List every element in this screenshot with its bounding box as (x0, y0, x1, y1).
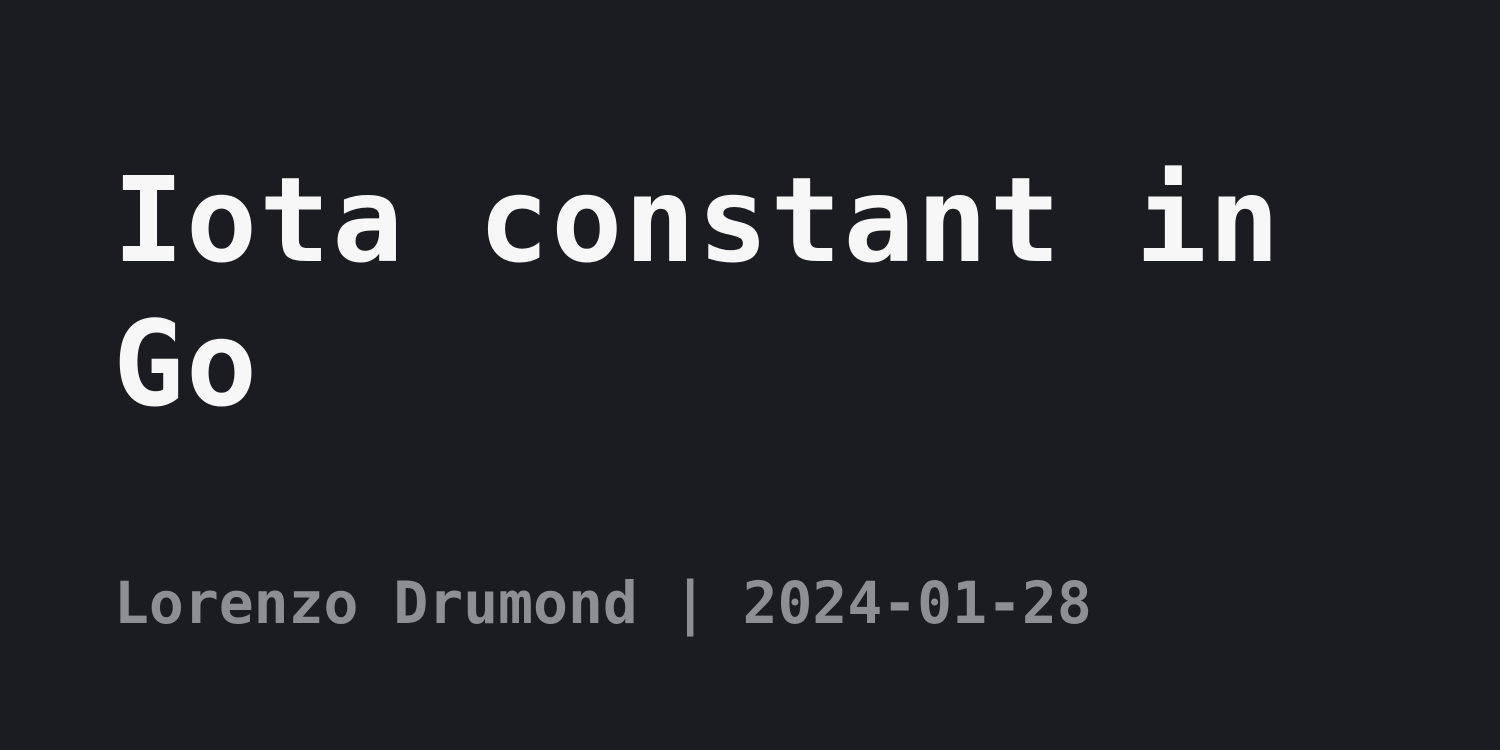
meta-separator: | (672, 569, 708, 637)
author-name: Lorenzo Drumond (114, 569, 638, 637)
publish-date: 2024-01-28 (742, 569, 1092, 637)
post-meta: Lorenzo Drumond | 2024-01-28 (114, 570, 1092, 636)
post-title: Iota constant in Go (113, 151, 1282, 433)
post-preview-card: Iota constant in Go Lorenzo Drumond | 20… (0, 0, 1500, 750)
